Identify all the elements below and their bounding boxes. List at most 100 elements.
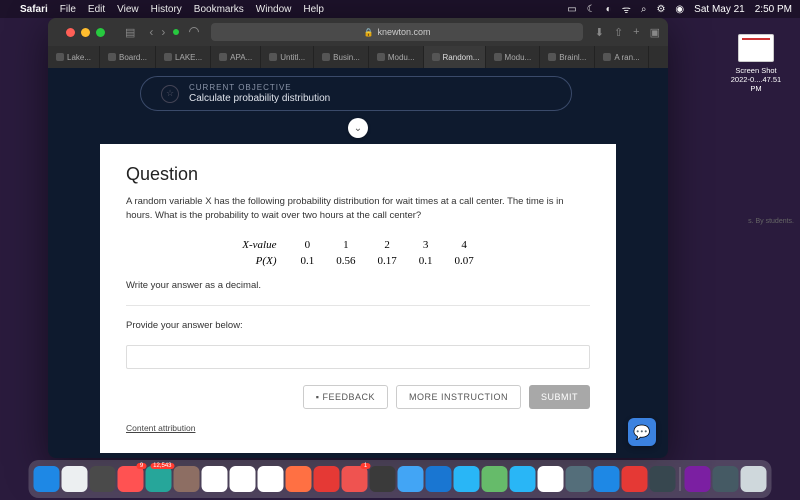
- dock-app-icon[interactable]: [314, 466, 340, 492]
- search-icon[interactable]: ⌕: [641, 4, 647, 15]
- dock-app-icon[interactable]: [398, 466, 424, 492]
- browser-tab[interactable]: Modu...: [369, 46, 424, 68]
- favicon-icon: [108, 53, 116, 61]
- expand-toggle-button[interactable]: ⌄: [348, 118, 368, 138]
- tabs-overview-icon[interactable]: ▣: [650, 26, 660, 39]
- back-button[interactable]: ‹: [149, 25, 153, 39]
- dock-app-icon[interactable]: [426, 466, 452, 492]
- forward-button[interactable]: ›: [161, 25, 165, 39]
- new-tab-icon[interactable]: +: [633, 26, 639, 39]
- wifi-icon[interactable]: ᯤ: [622, 2, 631, 16]
- favicon-icon: [377, 53, 385, 61]
- address-bar[interactable]: 🔒 knewton.com: [211, 23, 582, 41]
- shield-icon[interactable]: [187, 25, 201, 39]
- browser-tab[interactable]: Random...: [424, 46, 486, 68]
- share-icon[interactable]: ⇧: [614, 26, 623, 39]
- tab-label: A ran...: [614, 53, 639, 62]
- browser-tab[interactable]: Untitl...: [261, 46, 314, 68]
- sidebar-toggle-icon[interactable]: ▤: [125, 26, 135, 39]
- browser-tab[interactable]: Brainl...: [540, 46, 595, 68]
- divider: [126, 305, 590, 306]
- more-instruction-button[interactable]: MORE INSTRUCTION: [396, 385, 521, 409]
- browser-tab[interactable]: Lake...: [48, 46, 100, 68]
- dock-app-icon[interactable]: [62, 466, 88, 492]
- chat-widget-button[interactable]: 💬: [628, 418, 656, 446]
- dock-app-icon[interactable]: [34, 466, 60, 492]
- dock-app-icon[interactable]: [510, 466, 536, 492]
- menubar-bookmarks[interactable]: Bookmarks: [194, 4, 244, 15]
- menubar-edit[interactable]: Edit: [88, 4, 105, 15]
- p-value-cell: 0.1: [409, 254, 443, 268]
- background-window-text: s. By students.: [748, 218, 794, 225]
- dock-app-icon[interactable]: 1: [342, 466, 368, 492]
- menubar-view[interactable]: View: [117, 4, 139, 15]
- window-toolbar: ▤ ‹ › 🔒 knewton.com ⬇ ⇧ + ▣: [48, 18, 668, 46]
- browser-tab[interactable]: APA...: [211, 46, 261, 68]
- dock-app-icon[interactable]: [482, 466, 508, 492]
- screen-mirror-icon[interactable]: ▭: [567, 4, 576, 15]
- x-value-cell: 0: [290, 238, 324, 252]
- menubar-date[interactable]: Sat May 21: [694, 4, 745, 15]
- dock-app-icon[interactable]: [685, 466, 711, 492]
- browser-tab[interactable]: A ran...: [595, 46, 648, 68]
- dock-app-icon[interactable]: [566, 466, 592, 492]
- dock-app-icon[interactable]: [286, 466, 312, 492]
- browser-tab[interactable]: LAKE...: [156, 46, 211, 68]
- dock-app-icon[interactable]: [202, 466, 228, 492]
- content-attribution-link[interactable]: Content attribution: [126, 423, 590, 433]
- tab-label: APA...: [230, 53, 252, 62]
- menubar-history[interactable]: History: [151, 4, 182, 15]
- objective-title: Calculate probability distribution: [189, 93, 330, 104]
- moon-icon[interactable]: ☾: [587, 4, 596, 15]
- grammarly-icon[interactable]: [173, 29, 179, 35]
- browser-tab[interactable]: Board...: [100, 46, 156, 68]
- display-icon[interactable]: ◐: [606, 4, 612, 15]
- dock-app-icon[interactable]: [174, 466, 200, 492]
- tab-label: Busin...: [333, 53, 360, 62]
- menubar-time[interactable]: 2:50 PM: [755, 4, 792, 15]
- dock-app-icon[interactable]: [230, 466, 256, 492]
- dock-app-icon[interactable]: 9: [118, 466, 144, 492]
- provide-label: Provide your answer below:: [126, 320, 590, 331]
- minimize-window-button[interactable]: [81, 28, 90, 37]
- menubar-window[interactable]: Window: [256, 4, 292, 15]
- favicon-icon: [548, 53, 556, 61]
- p-value-cell: 0.56: [326, 254, 365, 268]
- dock-app-icon[interactable]: 12,543: [146, 466, 172, 492]
- chevron-down-icon: ⌄: [354, 123, 362, 134]
- submit-button[interactable]: SUBMIT: [529, 385, 590, 409]
- dock-app-icon[interactable]: [622, 466, 648, 492]
- answer-instruction: Write your answer as a decimal.: [126, 280, 590, 291]
- tab-label: Board...: [119, 53, 147, 62]
- dock-app-icon[interactable]: [454, 466, 480, 492]
- tab-label: Random...: [443, 53, 480, 62]
- dock: 912,543 1: [29, 460, 772, 498]
- feedback-button[interactable]: ▪FEEDBACK: [303, 385, 388, 409]
- dock-app-icon[interactable]: [741, 466, 767, 492]
- chat-icon: ▪: [316, 392, 320, 402]
- dock-app-icon[interactable]: [258, 466, 284, 492]
- dock-app-icon[interactable]: [650, 466, 676, 492]
- favicon-icon: [269, 53, 277, 61]
- chat-bubble-icon: 💬: [633, 424, 650, 441]
- menubar-file[interactable]: File: [60, 4, 76, 15]
- dock-app-icon[interactable]: [370, 466, 396, 492]
- control-center-icon[interactable]: ⚙: [656, 4, 665, 15]
- desktop-screenshot-file[interactable]: Screen Shot 2022-0....47.51 PM: [728, 34, 784, 93]
- dock-app-icon[interactable]: [90, 466, 116, 492]
- close-window-button[interactable]: [66, 28, 75, 37]
- favicon-icon: [219, 53, 227, 61]
- dock-app-icon[interactable]: [538, 466, 564, 492]
- browser-tab[interactable]: Busin...: [314, 46, 369, 68]
- maximize-window-button[interactable]: [96, 28, 105, 37]
- menubar-app[interactable]: Safari: [20, 4, 48, 15]
- browser-tab[interactable]: Modu...: [486, 46, 541, 68]
- page-content: ☆ CURRENT OBJECTIVE Calculate probabilit…: [48, 68, 668, 458]
- siri-icon[interactable]: ◉: [675, 4, 684, 15]
- dock-app-icon[interactable]: [713, 466, 739, 492]
- dock-app-icon[interactable]: [594, 466, 620, 492]
- tab-label: LAKE...: [175, 53, 202, 62]
- answer-input[interactable]: [126, 345, 590, 369]
- download-icon[interactable]: ⬇: [595, 26, 604, 39]
- menubar-help[interactable]: Help: [303, 4, 324, 15]
